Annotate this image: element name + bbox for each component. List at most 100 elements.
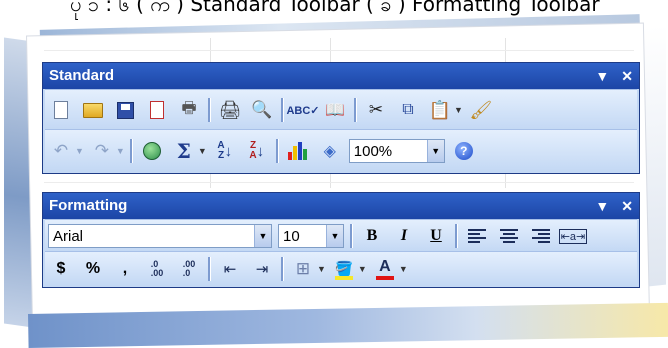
zoom-combo[interactable]: 100% ▼	[348, 139, 445, 163]
save-disk-icon	[116, 101, 134, 119]
font-name-combo[interactable]: Arial ▼	[48, 224, 272, 248]
font-size-dropdown-arrow[interactable]: ▼	[326, 225, 343, 247]
font-color-icon: A	[379, 258, 391, 275]
chart-wizard-icon	[288, 142, 308, 160]
align-right-button[interactable]	[528, 223, 554, 249]
percent-style-button[interactable]: %	[80, 256, 106, 282]
email-icon: 🖶	[181, 99, 197, 117]
align-right-icon	[532, 229, 550, 243]
copy-icon: ⧉	[402, 101, 414, 118]
comma-style-button[interactable]: ,	[112, 256, 138, 282]
insert-hyperlink-button[interactable]	[139, 138, 165, 164]
font-size-value: 10	[283, 227, 300, 245]
decrease-decimal-icon: .00 .0	[182, 259, 196, 278]
standard-toolbar-titlebar[interactable]: Standard ▼ ✕	[43, 63, 639, 89]
paste-dropdown-arrow[interactable]: ▼	[454, 105, 463, 115]
italic-icon: I	[400, 227, 408, 244]
center-button[interactable]	[496, 223, 522, 249]
borders-dropdown-arrow[interactable]: ▼	[317, 264, 326, 274]
undo-button[interactable]: ↶	[48, 138, 74, 164]
fill-color-button[interactable]: 🪣	[331, 256, 357, 282]
bold-icon: B	[366, 227, 378, 244]
down-arrow-icon: ↓	[224, 142, 233, 160]
fill-color-swatch	[334, 276, 353, 280]
separator	[281, 98, 284, 122]
increase-indent-icon: ⇥	[255, 261, 269, 278]
grid-line	[44, 50, 634, 51]
undo-dropdown-arrow[interactable]: ▼	[75, 146, 84, 156]
separator	[208, 98, 211, 122]
merge-and-center-button[interactable]: ⇤a⇥	[558, 223, 588, 249]
standard-toolbar-row-2: ↶ ▼ ↷ ▼ Σ ▼ AZ ↓ ZA ↓ ◈ 100% ▼ ?	[45, 129, 637, 172]
separator	[354, 98, 357, 122]
close-toolbar-button[interactable]: ✕	[621, 193, 633, 219]
fill-color-dropdown-arrow[interactable]: ▼	[358, 264, 367, 274]
sort-descending-icon: ZA	[249, 141, 256, 161]
formatting-toolbar-row-2: $ % , .0 .00 .00 .0 ⇤ ⇥ ⊞ ▼ 🪣 ▼ A ▼	[45, 251, 637, 286]
paste-button[interactable]: 📋	[427, 97, 453, 123]
permission-button[interactable]	[144, 97, 170, 123]
zoom-value: 100%	[353, 142, 393, 160]
font-name-value: Arial	[53, 227, 84, 245]
font-color-button[interactable]: A	[372, 256, 398, 282]
print-button[interactable]: 🖨	[217, 97, 243, 123]
grid-line	[44, 182, 634, 183]
percent-icon: %	[85, 260, 101, 277]
drawing-button[interactable]: ◈	[317, 138, 343, 164]
chart-wizard-button[interactable]	[285, 138, 311, 164]
open-button[interactable]	[80, 97, 106, 123]
print-preview-icon: 🔍	[251, 100, 273, 119]
increase-indent-button[interactable]: ⇥	[249, 256, 275, 282]
font-size-combo[interactable]: 10 ▼	[278, 224, 344, 248]
currency-style-button[interactable]: $	[48, 256, 74, 282]
formatting-toolbar-titlebar[interactable]: Formatting ▼ ✕	[43, 193, 639, 219]
font-name-dropdown-arrow[interactable]: ▼	[254, 225, 271, 247]
redo-button[interactable]: ↷	[89, 138, 115, 164]
email-button[interactable]: 🖶	[176, 97, 202, 123]
format-painter-button[interactable]: 🖌	[468, 97, 494, 123]
new-button[interactable]	[48, 97, 74, 123]
align-left-button[interactable]	[464, 223, 490, 249]
redo-dropdown-arrow[interactable]: ▼	[116, 146, 125, 156]
permission-icon	[150, 101, 164, 119]
toolbar-options-button[interactable]: ▼	[595, 193, 609, 219]
format-painter-brush-icon: 🖌	[469, 99, 493, 120]
new-document-icon	[54, 101, 68, 119]
sort-desc-bottom: A	[249, 150, 257, 161]
formatting-toolbar: Formatting ▼ ✕ Arial ▼ 10 ▼ B I U ⇤a⇥ $ …	[42, 192, 640, 288]
autosum-button[interactable]: Σ	[171, 138, 197, 164]
increase-decimal-button[interactable]: .0 .00	[144, 256, 170, 282]
decrease-indent-button[interactable]: ⇤	[217, 256, 243, 282]
decrease-indent-icon: ⇤	[223, 261, 237, 278]
italic-button[interactable]: I	[391, 223, 417, 249]
autosum-sigma-icon: Σ	[176, 139, 191, 163]
decrease-decimal-button[interactable]: .00 .0	[176, 256, 202, 282]
borders-button[interactable]: ⊞	[290, 256, 316, 282]
font-color-dropdown-arrow[interactable]: ▼	[399, 264, 408, 274]
save-button[interactable]	[112, 97, 138, 123]
merge-center-icon: ⇤a⇥	[558, 228, 588, 244]
close-toolbar-button[interactable]: ✕	[621, 63, 633, 89]
autosum-dropdown-arrow[interactable]: ▼	[198, 146, 207, 156]
toolbar-options-button[interactable]: ▼	[595, 63, 609, 89]
align-center-icon	[500, 229, 518, 243]
cut-button[interactable]: ✂	[363, 97, 389, 123]
hyperlink-globe-icon	[142, 142, 161, 160]
sort-ascending-button[interactable]: AZ ↓	[212, 138, 238, 164]
increase-decimal-icon: .0 .00	[150, 259, 164, 278]
print-preview-button[interactable]: 🔍	[249, 97, 275, 123]
spelling-button[interactable]: ABC✓	[286, 97, 319, 123]
standard-toolbar-row-1: 🖶 🖨 🔍 ABC✓ 📖 ✂ ⧉ 📋 ▼ 🖌	[45, 89, 637, 130]
research-button[interactable]: 📖	[322, 97, 348, 123]
drawing-shapes-icon: ◈	[323, 143, 336, 160]
help-button[interactable]: ?	[451, 138, 477, 164]
zoom-dropdown-arrow[interactable]: ▼	[426, 140, 444, 162]
scissors-icon: ✂	[368, 100, 384, 119]
sort-descending-button[interactable]: ZA ↓	[244, 138, 270, 164]
separator	[275, 139, 279, 163]
underline-button[interactable]: U	[423, 223, 449, 249]
bold-button[interactable]: B	[359, 223, 385, 249]
borders-grid-icon: ⊞	[295, 259, 311, 278]
copy-button[interactable]: ⧉	[395, 97, 421, 123]
paste-clipboard-icon: 📋	[428, 99, 452, 120]
